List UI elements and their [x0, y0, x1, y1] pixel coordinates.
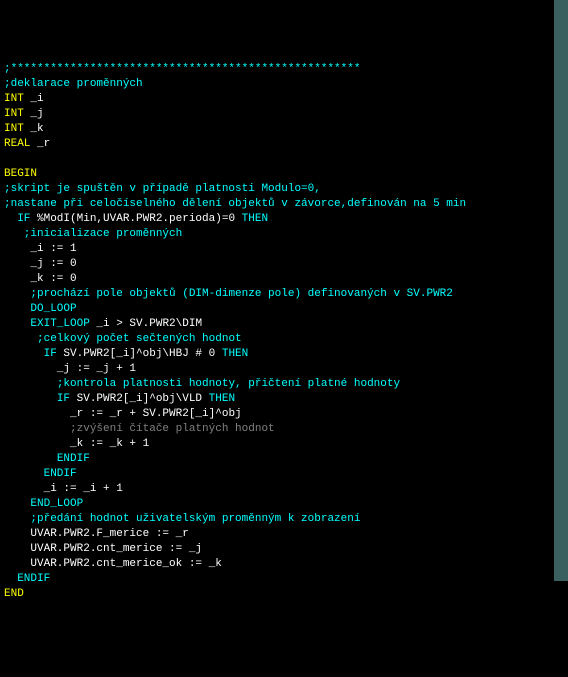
code-segment: ;***************************************… — [4, 63, 360, 75]
code-segment: _j — [24, 108, 44, 120]
code-line: REAL _r — [4, 137, 550, 152]
code-segment: ENDIF — [17, 573, 50, 585]
code-segment: UVAR.PWR2.cnt_merice := _j — [30, 543, 202, 555]
code-segment: THEN — [209, 393, 235, 405]
code-line: UVAR.PWR2.cnt_merice_ok := _k — [4, 557, 550, 572]
code-line: ENDIF — [4, 467, 550, 482]
code-segment: _i := 1 — [30, 243, 76, 255]
code-segment: ;předání hodnot uživatelským proměnným k… — [30, 513, 360, 525]
code-line: DO_LOOP — [4, 302, 550, 317]
code-line: EXIT_LOOP _i > SV.PWR2\DIM — [4, 317, 550, 332]
code-segment: _r — [30, 138, 50, 150]
code-segment: UVAR.PWR2.cnt_merice_ok := _k — [30, 558, 221, 570]
code-segment: REAL — [4, 138, 30, 150]
code-segment: _i — [24, 93, 44, 105]
code-segment: ;prochází pole objektů (DIM-dimenze pole… — [30, 288, 452, 300]
code-line: _k := 0 — [4, 272, 550, 287]
code-line: ;skript je spuštěn v případě platnosti M… — [4, 182, 550, 197]
code-line: _j := _j + 1 — [4, 362, 550, 377]
code-segment: %ModI(Min,UVAR.PWR2.perioda)=0 — [30, 213, 241, 225]
code-segment: EXIT_LOOP — [30, 318, 89, 330]
code-segment: _r := _r + SV.PWR2[_i]^obj — [70, 408, 242, 420]
code-segment: THEN — [242, 213, 268, 225]
code-line: ;nastane při celočíselného dělení objekt… — [4, 197, 550, 212]
code-line: ;inicializace proměnných — [4, 227, 550, 242]
code-segment: ENDIF — [57, 453, 90, 465]
code-line: INT _i — [4, 92, 550, 107]
code-segment: _k — [24, 123, 44, 135]
code-line: ;předání hodnot uživatelským proměnným k… — [4, 512, 550, 527]
code-segment: BEGIN — [4, 168, 37, 180]
code-segment: INT — [4, 93, 24, 105]
code-segment: IF — [57, 393, 70, 405]
code-line: ;celkový počet sečtených hodnot — [4, 332, 550, 347]
code-segment: ;zvýšení čítače platných hodnot — [70, 423, 275, 435]
code-segment: THEN — [222, 348, 248, 360]
code-segment: INT — [4, 123, 24, 135]
code-line: IF SV.PWR2[_i]^obj\HBJ # 0 THEN — [4, 347, 550, 362]
code-segment: UVAR.PWR2.F_merice := _r — [30, 528, 188, 540]
code-line: BEGIN — [4, 167, 550, 182]
code-line: UVAR.PWR2.cnt_merice := _j — [4, 542, 550, 557]
code-line: ENDIF — [4, 572, 550, 587]
code-segment — [4, 153, 11, 165]
code-line: INT _j — [4, 107, 550, 122]
code-line: _k := _k + 1 — [4, 437, 550, 452]
code-line: _i := _i + 1 — [4, 482, 550, 497]
code-line: ;zvýšení čítače platných hodnot — [4, 422, 550, 437]
code-line: _j := 0 — [4, 257, 550, 272]
code-segment: _i := _i + 1 — [44, 483, 123, 495]
code-line: INT _k — [4, 122, 550, 137]
code-segment: END_LOOP — [30, 498, 83, 510]
code-line: ;kontrola platnosti hodnoty, přičtení pl… — [4, 377, 550, 392]
code-segment: DO_LOOP — [30, 303, 76, 315]
code-segment: SV.PWR2[_i]^obj\VLD — [70, 393, 209, 405]
code-line: END — [4, 587, 550, 602]
code-segment: IF — [17, 213, 30, 225]
code-line: _i := 1 — [4, 242, 550, 257]
code-line: IF %ModI(Min,UVAR.PWR2.perioda)=0 THEN — [4, 212, 550, 227]
code-segment: ;skript je spuštěn v případě platnosti M… — [4, 183, 321, 195]
code-segment: _j := _j + 1 — [57, 363, 136, 375]
code-segment: _j := 0 — [30, 258, 76, 270]
code-line: ENDIF — [4, 452, 550, 467]
code-segment: _i > SV.PWR2\DIM — [90, 318, 202, 330]
code-editor-area: ;***************************************… — [4, 62, 550, 602]
code-segment: SV.PWR2[_i]^obj\HBJ # 0 — [57, 348, 222, 360]
code-line: IF SV.PWR2[_i]^obj\VLD THEN — [4, 392, 550, 407]
code-line — [4, 152, 550, 167]
code-segment: ;deklarace proměnných — [4, 78, 143, 90]
code-segment: INT — [4, 108, 24, 120]
code-segment: ;inicializace proměnných — [17, 228, 182, 240]
code-segment: _k := _k + 1 — [70, 438, 149, 450]
code-line: UVAR.PWR2.F_merice := _r — [4, 527, 550, 542]
code-segment: _k := 0 — [30, 273, 76, 285]
code-segment: IF — [44, 348, 57, 360]
code-segment: END — [4, 588, 24, 600]
code-segment: ;celkový počet sečtených hodnot — [30, 333, 241, 345]
code-line: ;deklarace proměnných — [4, 77, 550, 92]
code-line: ;prochází pole objektů (DIM-dimenze pole… — [4, 287, 550, 302]
code-segment: ;kontrola platnosti hodnoty, přičtení pl… — [57, 378, 400, 390]
code-segment: ;nastane při celočíselného dělení objekt… — [4, 198, 466, 210]
code-line: ;***************************************… — [4, 62, 550, 77]
code-line: END_LOOP — [4, 497, 550, 512]
code-segment: ENDIF — [44, 468, 77, 480]
code-line: _r := _r + SV.PWR2[_i]^obj — [4, 407, 550, 422]
